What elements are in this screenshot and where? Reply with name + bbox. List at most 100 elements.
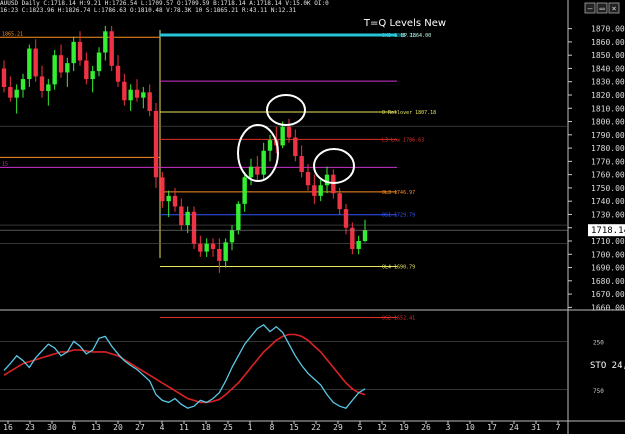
candle-body <box>204 243 209 252</box>
price-tick-label: 1670.00 <box>591 290 625 299</box>
date-tick-label: 25 <box>223 423 233 432</box>
price-tick-label: 1750.00 <box>591 184 625 193</box>
candle-body <box>293 137 298 157</box>
candle-body <box>191 211 197 244</box>
date-tick-label: 27 <box>135 423 145 432</box>
price-tick-label: 1780.00 <box>591 144 625 153</box>
candle-body <box>147 92 152 111</box>
candle-body <box>58 55 64 73</box>
chart-canvas[interactable]: 1870.00 1860.00 1850.00 1840.00 1830.00 1820.… <box>0 0 625 434</box>
date-tick-label: 29 <box>333 423 343 432</box>
candle-body <box>223 242 228 261</box>
candle-body <box>312 185 317 196</box>
candle-body <box>20 79 26 90</box>
current-price-label: 1718.14 <box>591 226 625 236</box>
price-tick-label: 1810.00 <box>591 104 625 113</box>
date-tick-label: 24 <box>509 423 519 432</box>
candle-body <box>33 48 38 77</box>
price-tick-label: 1800.00 <box>591 118 625 127</box>
candle-body <box>261 150 266 175</box>
candle-body <box>96 52 102 72</box>
price-tick-label: 1820.00 <box>591 91 625 100</box>
price-tick-label: 1730.00 <box>591 210 625 219</box>
date-tick-label: 3 <box>446 423 451 432</box>
price-tick-label: 1850.00 <box>591 51 625 60</box>
candle-body <box>286 126 292 138</box>
level-label: L3 Low 1786.63 <box>382 137 424 143</box>
candle-body <box>217 248 222 261</box>
date-tick-label: 30 <box>47 423 57 432</box>
candle-body <box>267 140 273 151</box>
price-tick-label: 1840.00 <box>591 64 625 73</box>
candle-body <box>65 63 70 73</box>
candle-body <box>115 65 121 82</box>
candle-body <box>52 55 57 85</box>
symbol-header-line2: 16:23 C:1823.96 H:1826.74 L:1786.63 O:18… <box>0 7 297 14</box>
level-label: 0L3 1746.97 <box>382 190 415 196</box>
candle-body <box>8 87 13 98</box>
candle-body <box>248 166 254 178</box>
price-tick-label: 1700.00 <box>591 250 625 259</box>
candle-body <box>128 89 133 101</box>
candle-body <box>166 195 171 202</box>
candle-body <box>179 206 184 226</box>
sto-tick-label: 750 <box>593 388 604 395</box>
sto-label: STO 24, <box>590 361 625 371</box>
date-tick-label: 20 <box>113 423 123 432</box>
candle-body <box>185 211 190 226</box>
candle-body <box>160 177 165 202</box>
price-tick-label: 1680.00 <box>591 277 625 286</box>
date-tick-label: 8 <box>270 423 275 432</box>
price-tick-label: 1760.00 <box>591 171 625 180</box>
date-tick-label: 19 <box>399 423 409 432</box>
date-tick-label: 1 <box>248 423 253 432</box>
candle-body <box>77 41 83 61</box>
candle-body <box>356 241 361 249</box>
candle-body <box>280 126 285 146</box>
candle-body <box>350 227 355 249</box>
level-label: 0L4 1690.79 <box>382 264 415 270</box>
price-tick-label: 1690.00 <box>591 264 625 273</box>
date-tick-label: 23 <box>25 423 35 432</box>
candle-body <box>14 89 19 98</box>
symbol-header-line1: AUUSD Daily C:1718.14 H:9.21 H:1726.54 L… <box>0 0 329 7</box>
candle-body <box>343 209 349 228</box>
candle-body <box>71 41 76 64</box>
candle-body <box>141 92 146 98</box>
date-tick-label: 5 <box>358 423 363 432</box>
date-tick-label: 18 <box>201 423 211 432</box>
candle-body <box>255 166 260 175</box>
minimize-icon-glyph: – <box>588 4 593 13</box>
price-tick-label: 1660.00 <box>591 303 625 312</box>
price-tick-label: 1790.00 <box>591 131 625 140</box>
candle-body <box>324 174 330 186</box>
date-tick-label: 15 <box>289 423 299 432</box>
date-tick-label: 7 <box>556 423 561 432</box>
date-tick-label: 12 <box>377 423 387 432</box>
date-tick-label: 4 <box>160 423 165 432</box>
candle-body <box>229 230 235 243</box>
date-tick-label: 13 <box>91 423 101 432</box>
candle-body <box>153 110 159 178</box>
sto-d-line <box>3 333 366 404</box>
date-tick-label: 11 <box>179 423 189 432</box>
level-label: 0S2 1652.41 <box>382 315 415 321</box>
date-tick-label: 10 <box>465 423 475 432</box>
level-label: 1865.21 <box>2 31 23 37</box>
level-label: 15 <box>2 161 8 167</box>
date-tick-label: 31 <box>531 423 541 432</box>
candle-body <box>39 76 45 92</box>
candle-body <box>198 243 203 252</box>
candle-body <box>103 31 108 53</box>
candle-body <box>46 84 51 92</box>
price-tick-label: 1710.00 <box>591 237 625 246</box>
level-label: 0 Rollover 1807.18 <box>382 110 436 116</box>
candle-body <box>90 71 95 80</box>
candle-body <box>242 177 247 204</box>
candle-body <box>299 156 304 172</box>
candle-body <box>318 185 323 196</box>
circle-annotation <box>266 94 306 126</box>
restore-icon-glyph: ▭ <box>600 4 605 13</box>
candle-body <box>305 171 311 186</box>
price-tick-label: 1870.00 <box>591 25 625 34</box>
